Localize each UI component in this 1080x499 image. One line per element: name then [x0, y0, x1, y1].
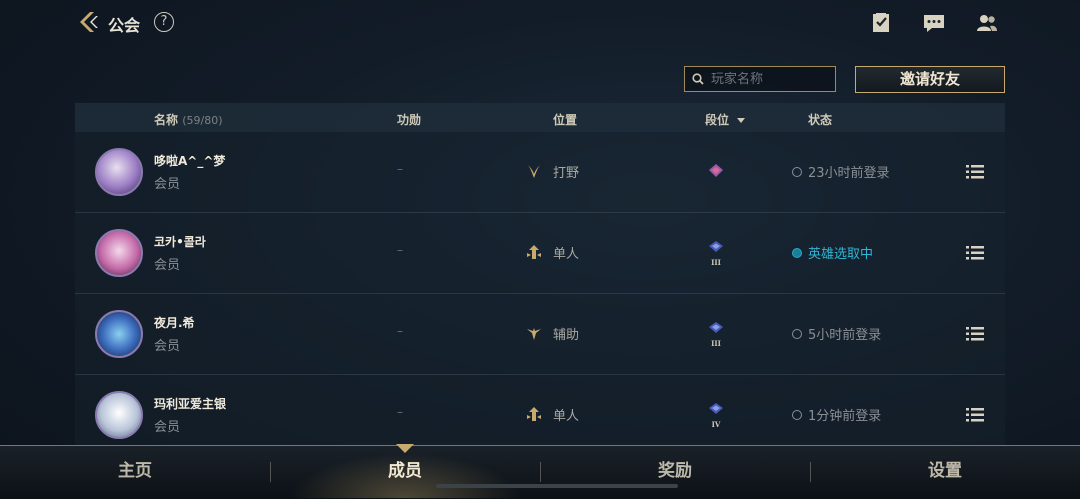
invite-friends-button[interactable]: 邀请好友 [855, 66, 1005, 93]
column-status[interactable]: 状态 [808, 111, 832, 128]
solo-icon [527, 245, 541, 259]
task-checklist-icon[interactable] [870, 12, 892, 34]
member-name: 코카•콜라 [154, 235, 206, 249]
support-icon [527, 328, 541, 340]
table-header: 名称 (59/80) 功勋 位置 段位 状态 [75, 103, 1005, 132]
rank-emblem-icon: III [709, 322, 723, 348]
status-indicator [792, 167, 802, 177]
member-role: 会员 [154, 339, 181, 354]
nav-members[interactable]: 成员 [270, 446, 540, 498]
member-menu-icon[interactable] [966, 164, 984, 180]
solo-icon [527, 407, 541, 421]
column-rank[interactable]: 段位 [705, 111, 746, 128]
status-indicator [792, 248, 802, 258]
members-table: 名称 (59/80) 功勋 位置 段位 状态 哆啦A^_^梦 会员 – 打野 2… [75, 103, 1005, 456]
nav-home[interactable]: 主页 [0, 446, 270, 498]
avatar[interactable] [95, 229, 143, 277]
search-input[interactable] [711, 69, 831, 89]
page-title: 公会 [108, 16, 141, 35]
rank-tier: III [711, 339, 721, 348]
sort-down-icon [737, 118, 746, 123]
member-status: 23小时前登录 [808, 166, 890, 181]
member-merit: – [397, 162, 403, 176]
home-indicator [436, 484, 678, 488]
top-bar: 公会 ? [0, 0, 1080, 46]
member-name: 玛利亚爱主银 [154, 397, 227, 411]
member-status: 5小时前登录 [808, 328, 882, 343]
player-search [684, 66, 836, 92]
member-count: (59/80) [182, 114, 223, 127]
member-status: 英雄选取中 [808, 247, 874, 262]
table-row[interactable]: 玛利亚爱主银 会员 – 单人 IV 1分钟前登录 [75, 375, 1005, 456]
table-row[interactable]: 哆啦A^_^梦 会员 – 打野 23小时前登录 [75, 132, 1005, 213]
rank-tier: III [711, 258, 721, 267]
member-name: 夜月.希 [154, 316, 195, 330]
rank-tier: IV [712, 420, 721, 429]
member-name: 哆啦A^_^梦 [154, 154, 226, 168]
member-status: 1分钟前登录 [808, 409, 882, 424]
table-row[interactable]: 코카•콜라 会员 – 单人 III 英雄选取中 [75, 213, 1005, 294]
column-position[interactable]: 位置 [553, 111, 577, 128]
member-position: 单人 [553, 409, 580, 424]
member-merit: – [397, 324, 403, 338]
avatar[interactable] [95, 391, 143, 439]
member-role: 会员 [154, 177, 181, 192]
rank-emblem-icon: IV [709, 403, 723, 429]
bottom-nav: 主页 成员 奖励 设置 [0, 444, 1080, 499]
member-menu-icon[interactable] [966, 326, 984, 342]
rank-emblem-icon [709, 164, 723, 177]
member-position: 单人 [553, 247, 580, 262]
member-menu-icon[interactable] [966, 245, 984, 261]
member-role: 会员 [154, 420, 181, 435]
member-menu-icon[interactable] [966, 407, 984, 423]
member-merit: – [397, 405, 403, 419]
help-icon[interactable]: ? [154, 12, 174, 32]
member-position: 打野 [553, 166, 580, 181]
status-indicator [792, 410, 802, 420]
jungle-icon [528, 165, 540, 178]
back-icon[interactable] [76, 10, 100, 34]
nav-rewards[interactable]: 奖励 [540, 446, 810, 498]
status-indicator [792, 329, 802, 339]
chat-icon[interactable] [923, 12, 945, 34]
member-role: 会员 [154, 258, 181, 273]
nav-settings[interactable]: 设置 [810, 446, 1080, 498]
member-position: 辅助 [553, 328, 580, 343]
column-merit[interactable]: 功勋 [397, 111, 421, 128]
avatar[interactable] [95, 310, 143, 358]
search-icon [692, 73, 704, 85]
table-row[interactable]: 夜月.希 会员 – 辅助 III 5小时前登录 [75, 294, 1005, 375]
friends-icon[interactable] [976, 12, 998, 34]
rank-emblem-icon: III [709, 241, 723, 267]
avatar[interactable] [95, 148, 143, 196]
column-name: 名称 (59/80) [154, 113, 223, 127]
member-merit: – [397, 243, 403, 257]
